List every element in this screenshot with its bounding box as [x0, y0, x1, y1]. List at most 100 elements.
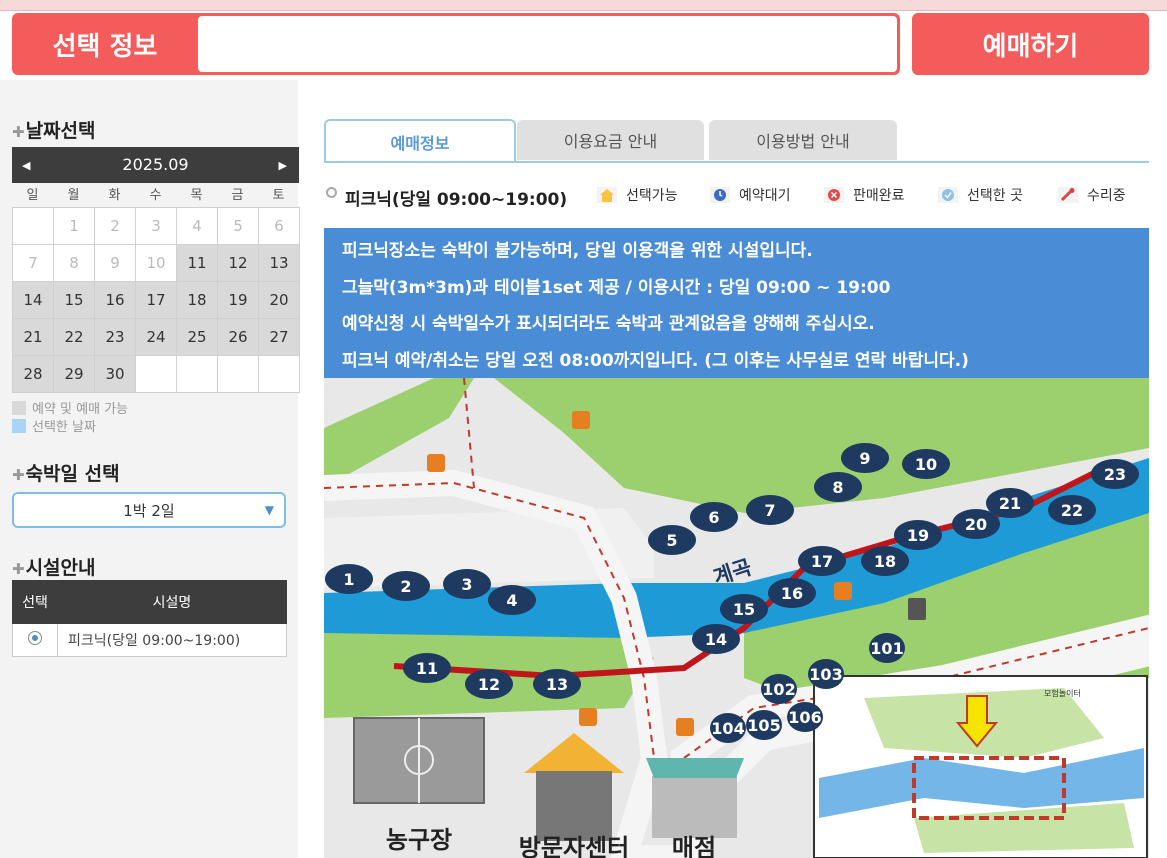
calendar-day[interactable]: 19 [218, 282, 259, 319]
site-marker[interactable]: 20 [952, 509, 1000, 539]
table-row[interactable]: 피크닉(당일 09:00~19:00) [12, 623, 287, 657]
calendar-day[interactable]: 15 [54, 282, 95, 319]
stay-select[interactable]: 1박 2일 ▼ [12, 492, 286, 528]
site-number: 20 [965, 515, 987, 534]
store-label: 매점 [672, 834, 716, 858]
weekday-label: 일 [26, 188, 39, 203]
site-marker[interactable]: 9 [841, 443, 889, 473]
sold-out-x-icon [824, 187, 844, 203]
calendar-day[interactable]: 14 [13, 282, 54, 319]
weekday-label: 화 [108, 188, 121, 203]
water-tap-icon [908, 598, 926, 620]
facility-table: 선택 시설명 피크닉(당일 09:00~19:00) [12, 580, 287, 657]
calendar-day[interactable]: 29 [54, 356, 95, 393]
plus-icon: ✚ [12, 466, 25, 484]
facility-radio[interactable] [28, 631, 42, 645]
site-marker[interactable]: 6 [690, 502, 738, 532]
site-marker[interactable]: 14 [692, 624, 740, 654]
site-marker[interactable]: 17 [798, 546, 846, 576]
site-number: 7 [764, 501, 775, 520]
site-number: 12 [478, 675, 500, 694]
calendar-month: 2025.09 [122, 155, 189, 174]
calendar-day: 4 [177, 208, 218, 245]
blue-swatch-icon [12, 418, 26, 433]
site-marker[interactable]: 11 [403, 653, 451, 683]
tab-fee-guide[interactable]: 이용요금 안내 [517, 120, 704, 160]
site-marker[interactable]: 19 [894, 520, 942, 550]
calendar-day: 6 [259, 208, 300, 245]
site-marker[interactable]: 3 [443, 569, 491, 599]
site-marker[interactable]: 105 [746, 710, 782, 740]
map-svg: 모험놀이터 계곡 1 2 3456 789 101112 1314151617 181920… [324, 378, 1149, 858]
site-marker[interactable]: 23 [1091, 459, 1139, 489]
weekday-label: 토 [272, 188, 285, 203]
weekday-label: 금 [231, 188, 244, 203]
site-marker[interactable]: 2 [382, 571, 430, 601]
calendar-day[interactable]: 27 [259, 319, 300, 356]
site-marker[interactable]: 16 [768, 578, 816, 608]
site-number: 2 [400, 577, 411, 596]
site-marker[interactable]: 15 [720, 594, 768, 624]
site-marker[interactable]: 4 [488, 585, 536, 615]
caret-down-icon: ▼ [264, 503, 274, 517]
site-marker[interactable]: 101 [869, 633, 905, 663]
calendar-day[interactable]: 11 [177, 245, 218, 282]
site-marker[interactable]: 1 [325, 564, 373, 594]
calendar-day[interactable]: 26 [218, 319, 259, 356]
calendar-day[interactable]: 25 [177, 319, 218, 356]
site-number: 5 [666, 531, 677, 550]
site-marker[interactable]: 21 [986, 488, 1034, 518]
site-marker[interactable]: 103 [808, 659, 844, 689]
site-marker[interactable]: 13 [533, 669, 581, 699]
inset-label: 모험놀이터 [1044, 688, 1081, 698]
col-select-header: 선택 [12, 580, 58, 624]
site-marker[interactable]: 5 [648, 525, 696, 555]
toilet-marker-icon [834, 582, 852, 600]
site-number: 3 [461, 575, 472, 594]
visitor-center [536, 771, 612, 841]
site-marker[interactable]: 7 [746, 495, 794, 525]
weekday-label: 수 [149, 188, 162, 203]
calendar-empty-cell [136, 356, 177, 393]
clock-icon [710, 187, 730, 203]
site-number: 105 [747, 716, 780, 735]
calendar-day[interactable]: 22 [54, 319, 95, 356]
calendar-day[interactable]: 13 [259, 245, 300, 282]
site-marker[interactable]: 12 [465, 669, 513, 699]
calendar-day: 9 [95, 245, 136, 282]
site-marker[interactable]: 102 [761, 674, 797, 704]
calendar-day[interactable]: 12 [218, 245, 259, 282]
calendar-day[interactable]: 30 [95, 356, 136, 393]
col-name-header: 시설명 [57, 580, 287, 624]
site-number: 1 [343, 570, 354, 589]
toilet-marker-icon [427, 454, 445, 472]
weekday-label: 목 [190, 188, 203, 203]
site-number: 104 [711, 719, 744, 738]
book-button[interactable]: 예매하기 [912, 13, 1149, 75]
radio-cell[interactable] [12, 623, 58, 657]
legend-waiting: 예약대기 [709, 185, 791, 205]
legend-available: 예약 및 예매 가능 [12, 398, 128, 417]
court-label: 농구장 [386, 826, 452, 854]
calendar-day[interactable]: 21 [13, 319, 54, 356]
next-month-button[interactable]: ▶ [279, 147, 287, 185]
site-marker[interactable]: 18 [861, 546, 909, 576]
site-map: 모험놀이터 계곡 1 2 3 4 5 6 7 8 9 10 11 12 13 14 15 16 17 18 19 20… [324, 378, 1149, 858]
calendar-day[interactable]: 23 [95, 319, 136, 356]
site-marker[interactable]: 104 [710, 713, 746, 743]
site-marker[interactable]: 10 [902, 449, 950, 479]
site-number: 102 [762, 680, 795, 699]
site-marker[interactable]: 8 [814, 472, 862, 502]
site-marker[interactable]: 106 [787, 702, 823, 732]
calendar-day[interactable]: 16 [95, 282, 136, 319]
calendar-day[interactable]: 20 [259, 282, 300, 319]
calendar-day[interactable]: 17 [136, 282, 177, 319]
site-marker[interactable]: 22 [1048, 495, 1096, 525]
tab-booking-info[interactable]: 예매정보 [324, 119, 516, 163]
calendar-day[interactable]: 28 [13, 356, 54, 393]
site-number: 9 [859, 449, 870, 468]
calendar-day[interactable]: 24 [136, 319, 177, 356]
legend-selected: 선택한 날짜 [12, 416, 96, 435]
tab-usage-guide[interactable]: 이용방법 안내 [709, 120, 897, 160]
calendar-day[interactable]: 18 [177, 282, 218, 319]
